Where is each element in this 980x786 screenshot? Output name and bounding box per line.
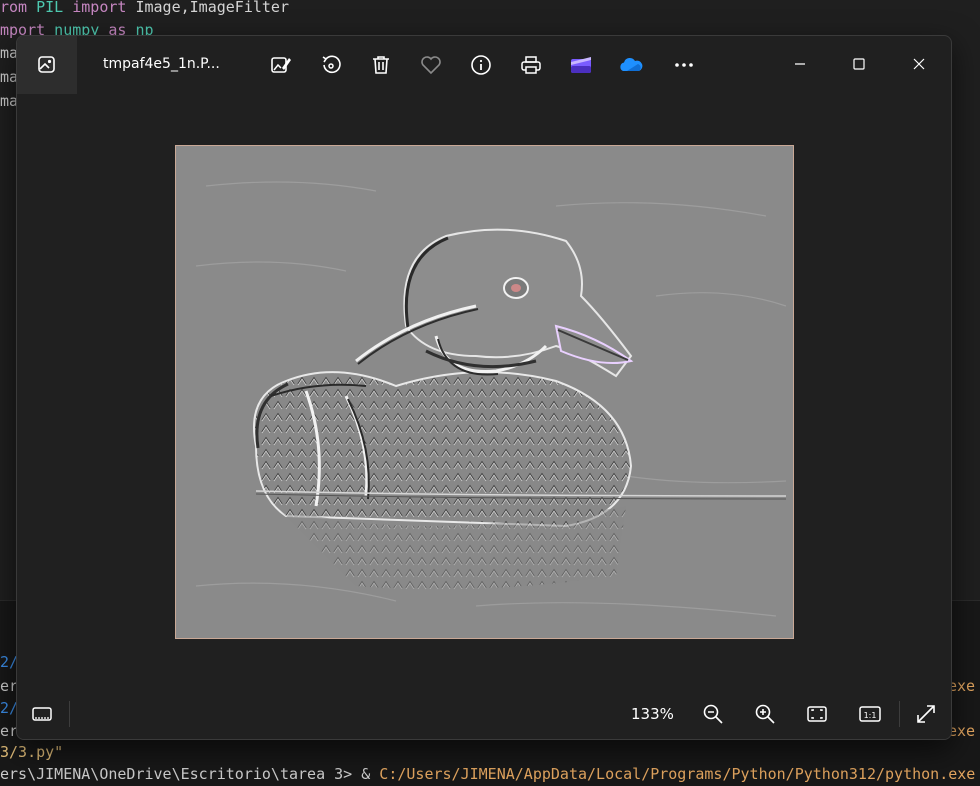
separator [69,701,70,727]
image-viewer[interactable] [17,94,951,689]
terminal-line-end: exe [948,677,976,695]
fullscreen-icon[interactable] [913,701,939,727]
zoom-in-icon[interactable] [752,701,778,727]
print-icon[interactable] [518,52,544,78]
filmstrip-icon[interactable] [29,701,55,727]
clipchamp-icon[interactable] [568,52,594,78]
photos-app-icon[interactable] [17,36,77,94]
code-line-1: rom PIL import Image,ImageFilter [0,0,289,16]
terminal-line: 3/3.py" [0,743,64,761]
separator [899,701,900,727]
fit-to-window-icon[interactable] [804,701,830,727]
photos-window: tmpaf4e5_1n.P... 133% 1:1 [16,35,952,740]
minimize-icon[interactable] [784,50,816,78]
info-icon[interactable] [468,52,494,78]
more-icon[interactable] [671,52,697,78]
close-icon[interactable] [903,50,935,78]
embossed-duck-image [175,145,794,639]
file-name: tmpaf4e5_1n.P... [103,56,220,72]
zoom-level: 133% [631,705,674,723]
terminal-prompt: ers\JIMENA\OneDrive\Escritorio\tarea 3> … [0,765,976,783]
svg-text:1:1: 1:1 [864,711,877,720]
maximize-icon[interactable] [843,50,875,78]
edit-image-icon[interactable] [268,52,294,78]
terminal-line-end: exe [948,722,976,740]
rotate-icon[interactable] [318,52,344,78]
delete-icon[interactable] [368,52,394,78]
bottom-bar: 133% 1:1 [17,689,951,739]
onedrive-icon[interactable] [618,52,644,78]
favorite-heart-icon[interactable] [418,52,444,78]
zoom-out-icon[interactable] [700,701,726,727]
title-bar[interactable]: tmpaf4e5_1n.P... [17,36,951,94]
actual-size-icon[interactable]: 1:1 [857,701,883,727]
